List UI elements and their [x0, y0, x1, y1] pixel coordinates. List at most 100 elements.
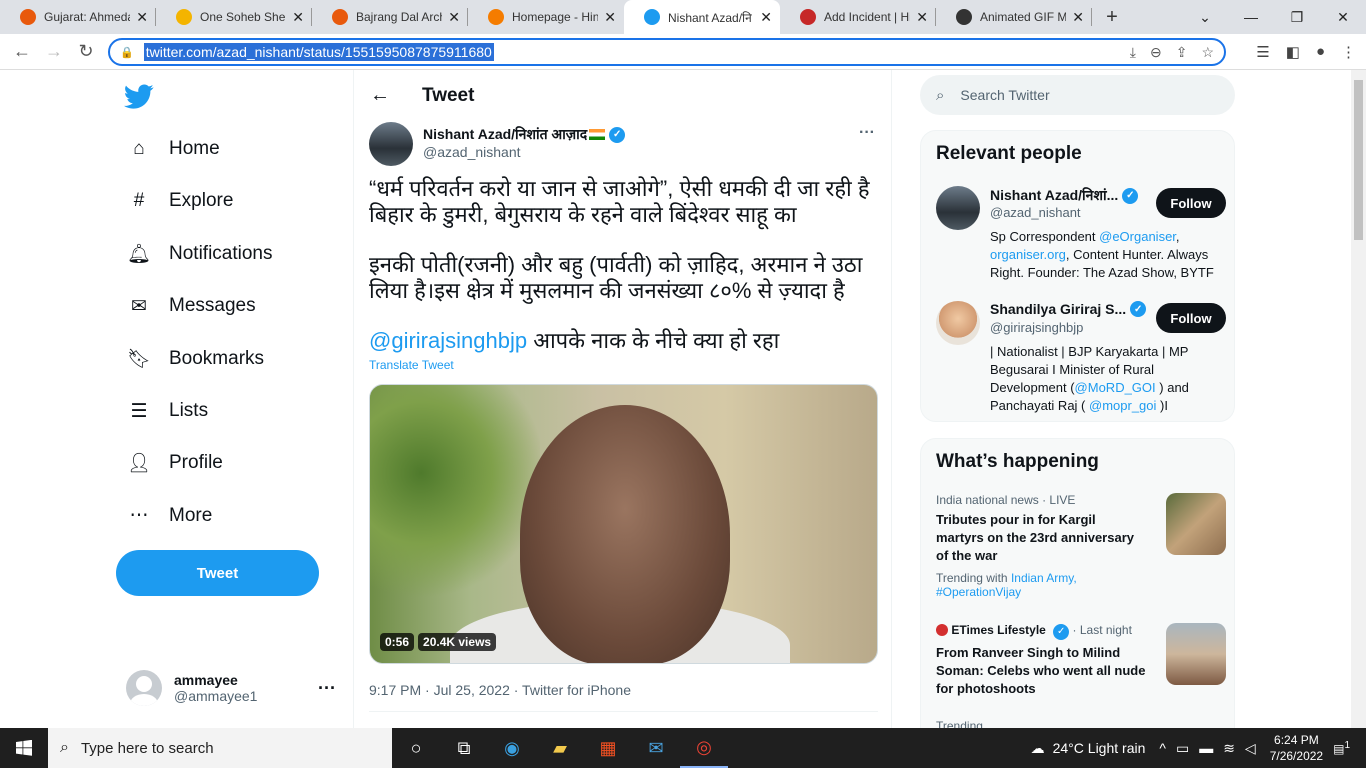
person-name[interactable]: Nishant Azad/निशां... — [990, 186, 1118, 205]
scrollbar-thumb[interactable] — [1354, 80, 1363, 240]
chrome-icon[interactable]: ◎ — [680, 728, 728, 768]
task-view-icon[interactable]: ⧉ — [440, 728, 488, 768]
trend-title[interactable]: Tributes pour in for Kargil martyrs on t… — [936, 511, 1146, 565]
trend-item[interactable]: ETimes Lifestyle ✓ · Last night From Ran… — [936, 623, 1226, 698]
browser-tab[interactable]: Gujarat: Ahmedal ✕ — [0, 0, 156, 34]
browser-tab[interactable]: Add Incident | Hi ✕ — [780, 0, 936, 34]
forward-icon[interactable]: → — [38, 41, 70, 62]
trend-item[interactable]: India national news · LIVE Tributes pour… — [936, 493, 1226, 599]
address-bar[interactable]: 🔒 twitter.com/azad_nishant/status/155159… — [108, 38, 1226, 66]
trend-title[interactable]: From Ranveer Singh to Milind Soman: Cele… — [936, 644, 1146, 698]
cortana-icon[interactable]: ○ — [392, 728, 440, 768]
nav-item-bookmarks[interactable]: 🔖︎ Bookmarks — [126, 346, 264, 372]
menu-icon[interactable]: ⋮ — [1341, 43, 1356, 61]
back-icon[interactable]: ← — [6, 41, 38, 62]
follow-button[interactable]: Follow — [1156, 303, 1226, 333]
zoom-icon[interactable]: ⊖ — [1150, 44, 1162, 61]
weather-icon[interactable]: ☁ — [1031, 740, 1045, 757]
close-tab-icon[interactable]: ✕ — [1072, 9, 1084, 26]
person-name[interactable]: Shandilya Giriraj S... — [990, 301, 1126, 317]
notification-icon[interactable]: ▤1 — [1333, 740, 1350, 756]
tweet-video[interactable]: 0:56 20.4K views — [369, 384, 878, 664]
browser-tab[interactable]: Animated GIF Ma ✕ — [936, 0, 1092, 34]
translate-tweet-link[interactable]: Translate Tweet — [369, 358, 454, 372]
account-switcher[interactable]: ammayee @ammayee1 ··· — [126, 670, 336, 706]
avatar[interactable] — [936, 186, 980, 230]
store-icon[interactable]: ▦ — [584, 728, 632, 768]
install-icon[interactable]: ⤓ — [1130, 44, 1136, 61]
close-tab-icon[interactable]: ✕ — [448, 9, 460, 26]
nav-item-explore[interactable]: # Explore — [126, 188, 234, 214]
volume-icon[interactable]: ◁ — [1245, 740, 1256, 757]
url-text[interactable]: twitter.com/azad_nishant/status/15515950… — [143, 43, 494, 61]
bio-link[interactable]: @eOrganiser — [1099, 229, 1176, 244]
tab-title: One Soheb Sheik — [200, 10, 287, 24]
close-tab-icon[interactable]: ✕ — [760, 9, 772, 26]
close-tab-icon[interactable]: ✕ — [136, 9, 148, 26]
share-icon[interactable]: ⇪ — [1176, 44, 1188, 61]
nav-label: Explore — [169, 190, 234, 212]
profile-icon[interactable]: ● — [1316, 43, 1325, 61]
author-name[interactable]: Nishant Azad/निशांत आज़ाद — [423, 125, 587, 144]
mail-icon[interactable]: ✉ — [632, 728, 680, 768]
avatar[interactable] — [936, 301, 980, 345]
trend-image[interactable] — [1166, 493, 1226, 555]
follow-button[interactable]: Follow — [1156, 188, 1226, 218]
tweet-options-icon[interactable]: ··· — [859, 124, 875, 142]
close-tab-icon[interactable]: ✕ — [292, 9, 304, 26]
twitter-logo-icon[interactable] — [124, 84, 154, 110]
bookmark-star-icon[interactable]: ☆ — [1201, 44, 1214, 61]
more-dots-icon[interactable]: ··· — [318, 678, 336, 699]
search-input[interactable]: ⌕ Search Twitter — [920, 75, 1235, 115]
back-arrow-icon[interactable]: ← — [370, 84, 390, 107]
author-handle[interactable]: @azad_nishant — [423, 144, 521, 160]
chevron-up-icon[interactable]: ^ — [1159, 740, 1166, 756]
file-explorer-icon[interactable]: ▰ — [536, 728, 584, 768]
nav-item-notifications[interactable]: 🔔︎ Notifications — [126, 241, 273, 267]
meet-now-icon[interactable]: ▭ — [1176, 740, 1189, 757]
battery-icon[interactable]: ▬ — [1199, 740, 1213, 756]
reading-list-icon[interactable]: ☰ — [1256, 43, 1269, 61]
browser-tab[interactable]: Nishant Azad/नि ✕ — [624, 0, 780, 34]
browser-tab[interactable]: One Soheb Sheik ✕ — [156, 0, 312, 34]
reload-icon[interactable]: ↻ — [70, 41, 102, 62]
bio-link[interactable]: @MoRD_GOI — [1075, 380, 1156, 395]
restore-button[interactable]: ❐ — [1274, 0, 1320, 34]
side-panel-icon[interactable]: ◧ — [1286, 43, 1300, 61]
person-handle[interactable]: @girirajsinghbjp — [990, 320, 1083, 335]
person-handle[interactable]: @azad_nishant — [990, 205, 1081, 220]
nav-item-lists[interactable]: ☰ Lists — [126, 398, 208, 424]
bio-link[interactable]: organiser.org — [990, 247, 1066, 262]
nav-item-more[interactable]: ⋯ More — [126, 503, 213, 529]
mention-link[interactable]: @girirajsinghbjp — [369, 328, 527, 353]
trend-image[interactable] — [1166, 623, 1226, 685]
tab-search-icon[interactable]: ⌄ — [1182, 0, 1228, 34]
author-name-row[interactable]: Nishant Azad/निशांत आज़ाद ✓ — [423, 125, 626, 144]
windows-start-icon[interactable] — [0, 728, 48, 768]
edge-icon[interactable]: ◉ — [488, 728, 536, 768]
close-tab-icon[interactable]: ✕ — [916, 9, 928, 26]
browser-tab[interactable]: Homepage - Hin ✕ — [468, 0, 624, 34]
nav-item-home[interactable]: ⌂ Home — [126, 136, 219, 162]
nav-item-profile[interactable]: 👤︎ Profile — [126, 450, 223, 476]
new-tab-button[interactable]: + — [1092, 0, 1132, 34]
taskbar-search-input[interactable]: ⌕ Type here to search — [48, 728, 392, 768]
wifi-icon[interactable]: ≋ — [1223, 740, 1235, 757]
nav-item-messages[interactable]: ✉ Messages — [126, 293, 256, 319]
close-window-button[interactable]: ✕ — [1320, 0, 1366, 34]
person-name-row[interactable]: Shandilya Giriraj S... ✓ — [990, 301, 1150, 317]
author-avatar[interactable] — [369, 122, 413, 166]
page-scrollbar[interactable] — [1351, 70, 1366, 728]
person-icon: 👤︎ — [126, 453, 152, 475]
trend-time: · Last night — [1072, 623, 1132, 637]
clock[interactable]: 6:24 PM 7/26/2022 — [1270, 732, 1323, 764]
close-tab-icon[interactable]: ✕ — [604, 9, 616, 26]
person-name-row[interactable]: Nishant Azad/निशां... ✓ — [990, 186, 1150, 205]
tweet-timestamp[interactable]: 9:17 PM · Jul 25, 2022 · Twitter for iPh… — [369, 682, 631, 698]
lock-icon[interactable]: 🔒 — [120, 46, 134, 59]
bio-link[interactable]: @mopr_goi — [1089, 398, 1156, 413]
weather-text[interactable]: 24°C Light rain — [1053, 740, 1146, 756]
browser-tab[interactable]: Bajrang Dal Arch ✕ — [312, 0, 468, 34]
minimize-button[interactable]: — — [1228, 0, 1274, 34]
tweet-button[interactable]: Tweet — [116, 550, 319, 596]
